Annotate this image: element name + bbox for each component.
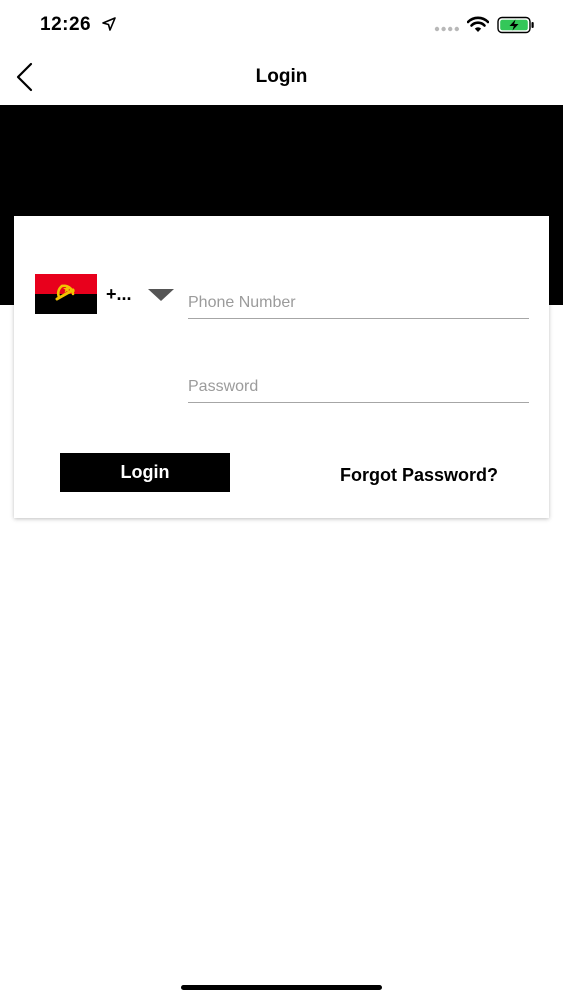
location-arrow-icon bbox=[102, 17, 116, 31]
login-button[interactable]: Login bbox=[60, 453, 230, 492]
country-code: +... bbox=[106, 284, 132, 304]
phone-field bbox=[188, 282, 529, 319]
home-indicator bbox=[181, 985, 382, 990]
wifi-icon bbox=[467, 16, 489, 32]
status-time: 12:26 bbox=[40, 14, 92, 35]
forgot-password-link[interactable]: Forgot Password? bbox=[340, 465, 498, 486]
battery-charging-icon bbox=[497, 16, 534, 34]
chevron-down-icon bbox=[148, 289, 174, 301]
status-bar: 12:26 bbox=[0, 0, 563, 50]
country-selector[interactable]: +... bbox=[35, 272, 180, 316]
password-input[interactable] bbox=[188, 378, 529, 396]
nav-bar: Login bbox=[0, 50, 563, 105]
password-field bbox=[188, 366, 529, 403]
phone-input[interactable] bbox=[188, 294, 529, 312]
angola-flag-icon bbox=[35, 274, 97, 314]
login-card: +... Login Forgot Password? bbox=[14, 216, 549, 518]
signal-dots-icon bbox=[434, 26, 459, 32]
page-title: Login bbox=[255, 66, 308, 87]
